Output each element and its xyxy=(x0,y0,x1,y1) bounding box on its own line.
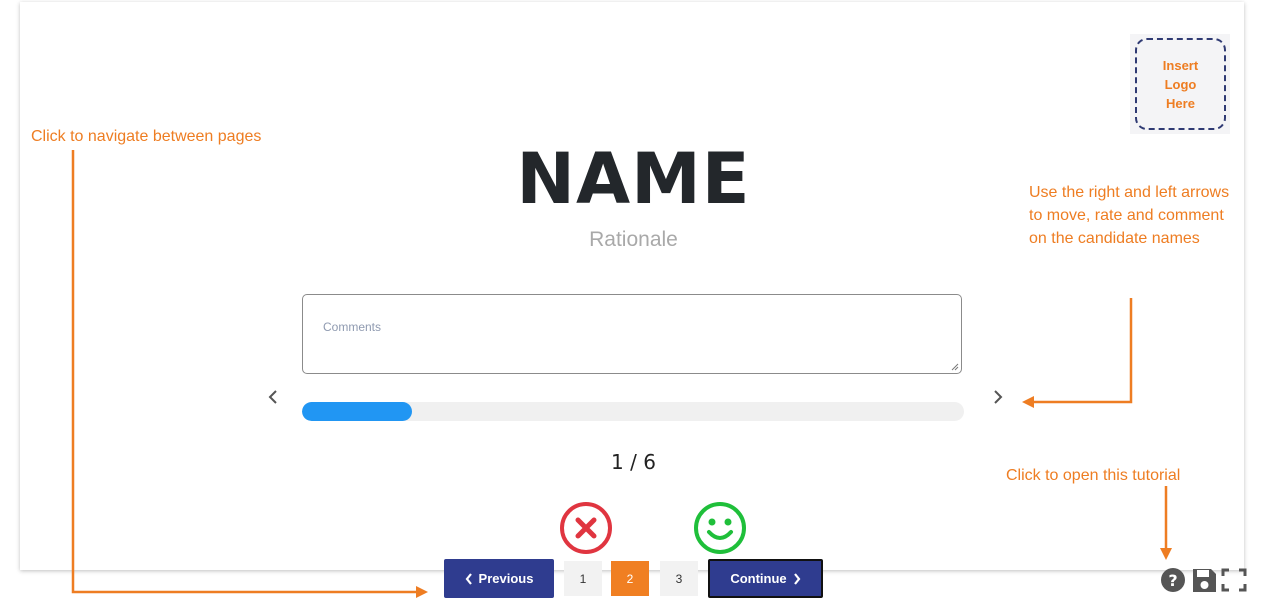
progress-bar xyxy=(302,402,964,421)
svg-text:?: ? xyxy=(1168,571,1177,590)
navigate-arrowhead xyxy=(416,586,428,598)
continue-label: Continue xyxy=(730,571,787,586)
previous-label: Previous xyxy=(478,571,534,586)
fullscreen-icon[interactable] xyxy=(1221,566,1247,594)
save-icon[interactable] xyxy=(1191,566,1217,594)
prev-arrow-button[interactable] xyxy=(263,386,283,408)
chevron-left-icon xyxy=(268,390,277,404)
annotation-navigate: Click to navigate between pages xyxy=(31,128,262,145)
progress-fill xyxy=(302,402,413,421)
comments-field[interactable]: Comments xyxy=(302,294,962,374)
next-arrow-button[interactable] xyxy=(988,386,1008,408)
page-button-2[interactable]: 2 xyxy=(611,561,649,596)
page-button-1[interactable]: 1 xyxy=(564,561,602,596)
resize-handle-icon[interactable] xyxy=(951,363,959,371)
smiley-icon[interactable] xyxy=(692,500,748,556)
annotation-arrows: Use the right and left arrows to move, r… xyxy=(1029,184,1230,247)
x-circle-icon[interactable] xyxy=(558,500,614,556)
page-button-3[interactable]: 3 xyxy=(660,561,698,596)
comments-placeholder: Comments xyxy=(323,320,382,334)
chevron-left-icon xyxy=(465,572,472,585)
chevron-right-icon xyxy=(994,390,1003,404)
continue-button[interactable]: Continue xyxy=(708,559,823,598)
logo-placeholder: Insert Logo Here xyxy=(1130,34,1230,134)
chevron-right-icon xyxy=(793,572,801,585)
previous-button[interactable]: Previous xyxy=(444,559,554,598)
help-icon[interactable]: ? xyxy=(1160,566,1186,594)
logo-text: Insert Logo Here xyxy=(1135,38,1226,130)
annotation-tutorial: Click to open this tutorial xyxy=(1006,467,1181,484)
